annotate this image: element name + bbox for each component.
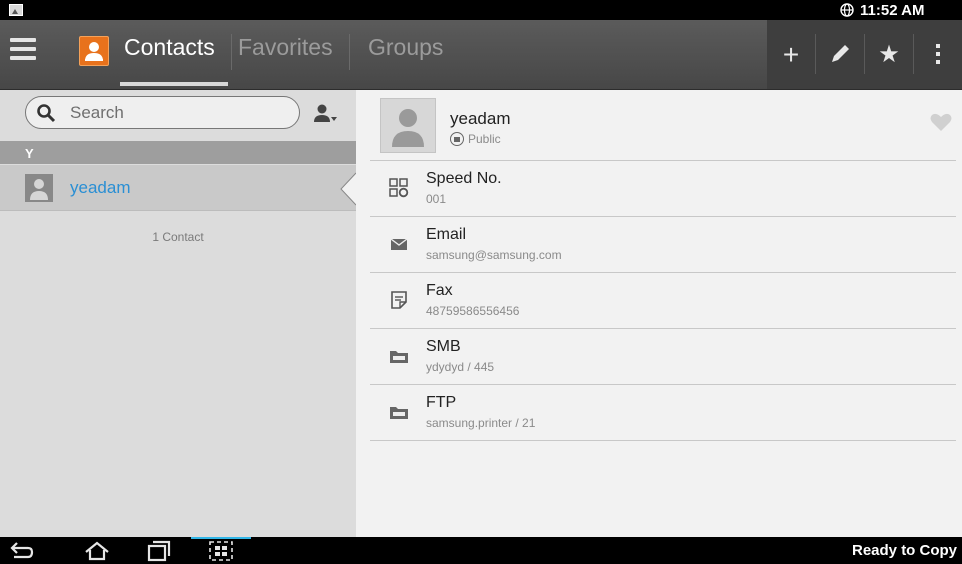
tab-groups[interactable]: Groups (368, 34, 443, 61)
search-box[interactable] (25, 96, 300, 129)
navigation-bar: Ready to Copy (0, 537, 962, 564)
globe-icon (840, 3, 854, 17)
search-input[interactable] (70, 101, 290, 125)
search-icon (37, 104, 56, 123)
smb-folder-icon (390, 351, 408, 363)
field-value: samsung@samsung.com (426, 248, 562, 262)
status-bar: 11:52 AM (0, 0, 962, 20)
field-label: Email (426, 226, 467, 243)
field-speed-no[interactable]: Speed No. 001 (370, 161, 956, 217)
field-value: 48759586556456 (426, 304, 520, 318)
field-fax[interactable]: Fax 48759586556456 (370, 273, 956, 329)
fax-icon (391, 291, 407, 309)
contact-name: yeadam (70, 178, 131, 197)
tab-divider (231, 34, 232, 70)
contacts-app-icon (79, 36, 109, 66)
contact-filter-icon[interactable] (312, 103, 338, 125)
section-header: Y (0, 141, 356, 164)
add-icon[interactable]: + (767, 20, 815, 89)
contact-access: Public (450, 132, 501, 146)
machine-status: Ready to Copy (852, 542, 958, 559)
tab-contacts[interactable]: Contacts (124, 34, 215, 61)
action-buttons: + ★ (767, 20, 962, 89)
heart-icon[interactable] (930, 112, 952, 132)
nav-active-indicator (191, 537, 251, 539)
field-label: FTP (426, 394, 457, 411)
section-letter: Y (25, 146, 34, 161)
field-label: Fax (426, 282, 453, 299)
field-label: Speed No. (426, 170, 502, 187)
contact-detail-pane: yeadam Public Speed No. 001 Email samsun… (356, 90, 962, 537)
ftp-folder-icon (390, 407, 408, 419)
contact-list-pane: Y yeadam 1 Contact (0, 90, 357, 537)
star-icon[interactable]: ★ (865, 20, 913, 89)
selection-pointer-icon (340, 172, 357, 206)
tab-selected-indicator (120, 82, 228, 86)
screen-capture-icon[interactable] (208, 540, 234, 562)
recent-apps-icon[interactable] (146, 540, 172, 562)
edit-icon[interactable] (816, 20, 864, 89)
contact-count: 1 Contact (152, 230, 204, 244)
access-label: Public (468, 132, 501, 146)
speed-dial-icon (389, 178, 409, 198)
avatar (25, 174, 53, 202)
home-icon[interactable] (84, 540, 110, 562)
field-value: ydydyd / 445 (426, 360, 495, 374)
field-email[interactable]: Email samsung@samsung.com (370, 217, 956, 273)
tab-divider (349, 34, 350, 70)
tab-favorites[interactable]: Favorites (238, 34, 333, 61)
field-ftp[interactable]: FTP samsung.printer / 21 (370, 385, 956, 441)
screen: 11:52 AM Contacts Favorites Groups + ★ S… (0, 0, 962, 564)
list-item[interactable]: yeadam (0, 165, 357, 211)
overflow-menu-icon[interactable] (914, 20, 962, 89)
envelope-icon (390, 238, 408, 250)
field-label: SMB (426, 338, 461, 355)
action-bar: Contacts Favorites Groups + ★ (0, 20, 962, 90)
clock: 11:52 AM (860, 2, 925, 19)
hamburger-menu-icon[interactable] (10, 38, 36, 64)
picture-icon (9, 4, 23, 16)
public-lock-icon (450, 132, 464, 146)
back-icon[interactable] (8, 540, 34, 562)
contact-detail-name: yeadam (450, 109, 511, 128)
contact-photo[interactable] (380, 98, 436, 153)
field-value: samsung.printer / 21 (426, 416, 536, 430)
field-value: 001 (426, 192, 447, 206)
field-smb[interactable]: SMB ydydyd / 445 (370, 329, 956, 385)
